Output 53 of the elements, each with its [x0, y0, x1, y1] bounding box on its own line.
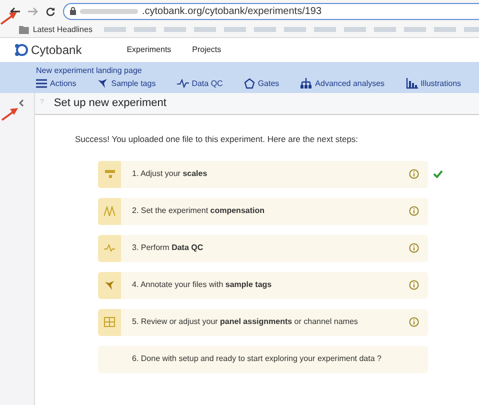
step-row[interactable]: 6. Done with setup and ready to start exploring your experiment data ? — [98, 346, 428, 373]
address-bar[interactable]: .cytobank.org/cytobank/experiments/193 — [63, 2, 479, 20]
bar-chart-icon — [406, 78, 418, 89]
step-row[interactable]: 1. Adjust your scales — [98, 160, 428, 188]
info-icon[interactable] — [409, 317, 419, 328]
menu-icon — [36, 79, 47, 88]
info-icon[interactable] — [409, 243, 419, 254]
step-row[interactable]: 5. Review or adjust your panel assignments or channel names — [98, 308, 428, 336]
info-icon[interactable] — [409, 206, 419, 216]
step-row[interactable]: 4. Annotate your files with sample tags — [98, 272, 428, 299]
hierarchy-icon — [300, 78, 312, 89]
step-text: 2. Set the experiment compensation — [132, 205, 264, 218]
annotation-arrow-icon — [1, 107, 19, 121]
step-text: 4. Annotate your files with sample tags — [132, 279, 272, 292]
pentagon-icon — [244, 78, 255, 89]
bookmark-folder[interactable]: Latest Headlines — [32, 24, 92, 36]
brand-name[interactable]: Cytobank — [31, 41, 82, 59]
toolbar-button[interactable]: Gates — [244, 78, 280, 90]
info-icon[interactable] — [409, 280, 419, 290]
tag-icon — [104, 280, 114, 290]
step-text: 3. Perform Data QC — [132, 242, 204, 254]
tag-icon — [97, 78, 108, 89]
step-row[interactable]: 2. Set the experiment compensation — [98, 198, 428, 225]
reload-icon[interactable] — [46, 6, 55, 16]
pulse-icon — [176, 79, 189, 88]
page-link[interactable]: New experiment landing page — [36, 66, 479, 76]
back-arrow-icon[interactable] — [10, 6, 20, 16]
url-text: .cytobank.org/cytobank/experiments/193 — [142, 4, 322, 18]
toolbar-button[interactable]: Actions — [36, 78, 76, 90]
blurred-text — [80, 8, 138, 14]
lock-icon — [70, 7, 76, 15]
panel-title: Set up new experiment — [54, 96, 166, 112]
folder-icon — [19, 26, 29, 34]
toolbar-button[interactable]: Sample tags — [97, 78, 156, 90]
ruler-icon — [104, 169, 114, 180]
step-row[interactable]: 3. Perform Data QC — [98, 234, 428, 262]
nav-link[interactable]: Experiments — [126, 44, 172, 56]
step-text: 1. Adjust your scales — [132, 168, 208, 180]
intro-text: Success! You uploaded one file to this experiment. Here are the next steps: — [75, 133, 360, 146]
toolbar-button[interactable]: Illustrations — [406, 78, 462, 90]
toolbar-button[interactable]: Advanced analyses — [300, 78, 385, 90]
peaks-icon — [104, 206, 115, 216]
collapse-chevron-icon[interactable] — [19, 99, 24, 107]
toolbar-button[interactable]: Data QC — [176, 78, 223, 90]
info-icon[interactable] — [409, 169, 419, 180]
logo-icon — [14, 43, 30, 57]
step-text: 5. Review or adjust your panel assignments or channel names — [132, 316, 358, 328]
forward-arrow-icon[interactable] — [28, 6, 38, 16]
panel-icon — [104, 317, 115, 328]
pulse-icon — [104, 244, 115, 252]
nav-link[interactable]: Projects — [192, 44, 222, 56]
step-text: 6. Done with setup and ready to start exploring your experiment data ? — [132, 353, 382, 366]
annotation-arrow-icon — [0, 11, 18, 25]
